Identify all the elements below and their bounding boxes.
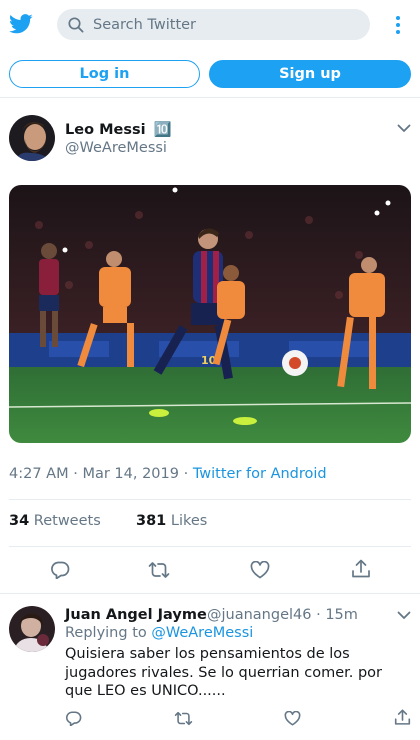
likes-stat[interactable]: 381 Likes — [136, 513, 207, 529]
login-button[interactable]: Log in — [9, 60, 200, 88]
share-icon[interactable] — [394, 709, 411, 726]
search-box[interactable] — [57, 9, 370, 40]
tweet-source-link[interactable]: Twitter for Android — [193, 466, 327, 482]
tweet-date[interactable]: Mar 14, 2019 — [82, 466, 179, 482]
search-icon — [68, 17, 84, 33]
like-icon[interactable] — [284, 711, 301, 726]
author-avatar[interactable] — [9, 115, 55, 161]
chevron-down-icon[interactable] — [397, 611, 411, 620]
like-icon[interactable] — [250, 561, 270, 579]
divider — [0, 593, 420, 594]
divider — [9, 499, 411, 500]
twitter-bird-icon[interactable] — [9, 13, 33, 35]
reply-author-name[interactable]: Juan Angel Jayme — [65, 607, 207, 623]
retweets-stat[interactable]: 34 Retweets — [9, 513, 101, 529]
signup-button[interactable]: Sign up — [209, 60, 411, 88]
reply-icon[interactable] — [50, 561, 70, 579]
reply-author-handle[interactable]: @juanangel46 — [207, 607, 311, 623]
reply-meta: @juanangel46 · 15m — [207, 607, 358, 623]
retweet-icon[interactable] — [148, 561, 170, 579]
tweet-photo[interactable]: 10 — [9, 185, 411, 443]
share-icon[interactable] — [351, 559, 371, 579]
tweet-meta: 4:27 AM · Mar 14, 2019 · Twitter for And… — [9, 466, 327, 482]
replying-to-handle-link[interactable]: @WeAreMessi — [151, 625, 253, 641]
search-input[interactable] — [93, 12, 363, 37]
number-ten-badge: 🔟 — [153, 122, 172, 138]
retweet-icon[interactable] — [174, 711, 193, 726]
replying-to: Replying to @WeAreMessi — [65, 625, 254, 641]
author-handle[interactable]: @WeAreMessi — [65, 140, 167, 156]
tweet-stats: 34 Retweets 381 Likes — [9, 513, 207, 529]
auth-bar: Log in Sign up — [0, 50, 420, 98]
chevron-down-icon[interactable] — [397, 124, 411, 133]
top-bar — [0, 0, 420, 50]
more-vertical-icon[interactable] — [390, 12, 406, 38]
tweet-time[interactable]: 4:27 AM — [9, 466, 69, 482]
reply-icon[interactable] — [65, 711, 82, 726]
divider — [9, 546, 411, 547]
author-name[interactable]: Leo Messi 🔟 — [65, 121, 172, 138]
reply-age[interactable]: 15m — [325, 607, 358, 623]
reply-author-avatar[interactable] — [9, 606, 55, 652]
reply-text: Quisiera saber los pensamientos de los j… — [65, 646, 383, 699]
